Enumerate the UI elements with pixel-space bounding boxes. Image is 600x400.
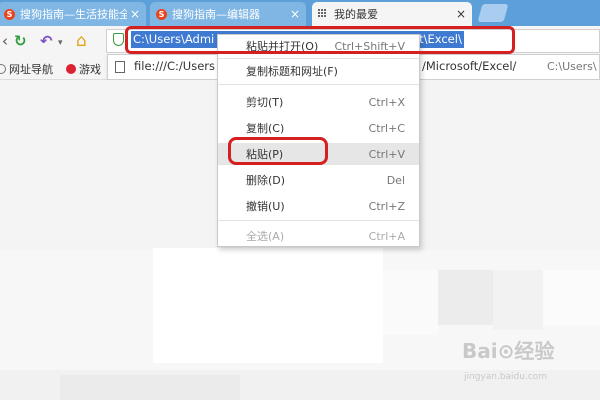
menu-divider <box>218 84 419 85</box>
tab-guide-editor[interactable]: S 搜狗指南—编辑器 × <box>150 2 306 26</box>
content-block <box>383 270 438 335</box>
menu-item-label: 粘贴(P) <box>246 148 284 161</box>
tab-close-icon[interactable]: × <box>130 7 140 21</box>
menu-divider <box>218 220 419 221</box>
watermark-url: jingyan.baidu.com <box>464 372 548 382</box>
menu-item-paste-and-open[interactable]: 粘贴并打开(O) Ctrl+Shift+V <box>218 35 419 57</box>
bookmark-label: 网址导航 <box>9 63 53 76</box>
menu-item-label: 粘贴并打开(O) <box>246 40 319 53</box>
menu-item-cut[interactable]: 剪切(T) Ctrl+X <box>218 91 419 113</box>
menu-item-paste[interactable]: 粘贴(P) Ctrl+V <box>218 143 419 165</box>
games-icon <box>66 64 76 74</box>
tab-title: 搜狗指南—生活技能全 <box>20 8 127 21</box>
security-shield-icon <box>113 33 124 46</box>
menu-divider <box>218 58 419 59</box>
address-value-left: C:\Users\Admi <box>133 32 215 46</box>
tab-close-icon[interactable]: × <box>456 7 466 21</box>
content-block <box>153 248 383 363</box>
document-icon <box>115 61 125 73</box>
home-icon[interactable]: ⌂ <box>76 32 87 50</box>
menu-item-label: 剪切(T) <box>246 96 284 109</box>
tab-title: 我的最爱 <box>334 8 378 21</box>
tab-close-icon[interactable]: × <box>290 7 300 21</box>
content-block <box>438 270 493 325</box>
tab-title: 搜狗指南—编辑器 <box>172 8 260 21</box>
suggestion-hint: C:\Users\ <box>547 60 597 73</box>
back-icon[interactable]: ‹ <box>2 32 8 50</box>
content-block <box>543 270 600 325</box>
menu-item-shortcut: Ctrl+X <box>368 95 405 109</box>
menu-item-label: 删除(D) <box>246 174 286 187</box>
menu-item-label: 复制(C) <box>246 122 285 135</box>
tab-favorites[interactable]: 我的最爱 × <box>312 2 472 26</box>
menu-item-label: 复制标题和网址(F) <box>246 65 338 78</box>
suggestion-url-tail: /Microsoft/Excel/ <box>422 59 517 73</box>
menu-item-shortcut: Ctrl+C <box>368 121 405 135</box>
menu-item-label: 撤销(U) <box>246 200 285 213</box>
menu-item-undo[interactable]: 撤销(U) Ctrl+Z <box>218 195 419 217</box>
menu-item-shortcut: Ctrl+V <box>368 147 405 161</box>
bookmark-site-nav[interactable]: 网址导航 <box>0 61 53 77</box>
sogou-favicon-icon: S <box>156 8 167 20</box>
menu-item-label: 全选(A) <box>246 230 285 243</box>
watermark-logo: Bai⊙经验 <box>462 339 555 363</box>
undo-close-icon[interactable]: ↶ <box>40 32 53 50</box>
new-tab-button[interactable] <box>477 4 509 22</box>
baidu-jingyan-watermark: Bai⊙经验 jingyan.baidu.com <box>448 335 598 390</box>
context-menu: 粘贴并打开(O) Ctrl+Shift+V 复制标题和网址(F) 剪切(T) C… <box>217 34 420 247</box>
menu-item-shortcut: Ctrl+Shift+V <box>334 39 405 53</box>
chevron-down-icon[interactable]: ▾ <box>58 34 63 52</box>
globe-icon <box>0 64 6 74</box>
bookmark-label: 游戏 <box>79 63 101 76</box>
menu-item-delete[interactable]: 删除(D) Del <box>218 169 419 191</box>
content-block <box>60 375 240 400</box>
sogou-favicon-icon: S <box>4 8 15 20</box>
grid-icon <box>318 9 328 19</box>
suggestion-url: file:///C:/Users <box>134 59 215 73</box>
tab-strip: S 搜狗指南—生活技能全 × S 搜狗指南—编辑器 × 我的最爱 × <box>0 0 600 26</box>
menu-item-select-all[interactable]: 全选(A) Ctrl+A <box>218 225 419 247</box>
menu-item-copy[interactable]: 复制(C) Ctrl+C <box>218 117 419 139</box>
menu-item-shortcut: Ctrl+A <box>368 229 405 243</box>
content-block <box>493 270 543 330</box>
refresh-icon[interactable]: ↻ <box>14 32 27 50</box>
menu-item-shortcut: Del <box>386 173 405 187</box>
menu-item-shortcut: Ctrl+Z <box>368 199 405 213</box>
bookmark-games[interactable]: 游戏 <box>66 61 101 77</box>
tab-guide-life-skills[interactable]: S 搜狗指南—生活技能全 × <box>0 2 146 26</box>
menu-item-copy-title-url[interactable]: 复制标题和网址(F) <box>218 60 419 82</box>
